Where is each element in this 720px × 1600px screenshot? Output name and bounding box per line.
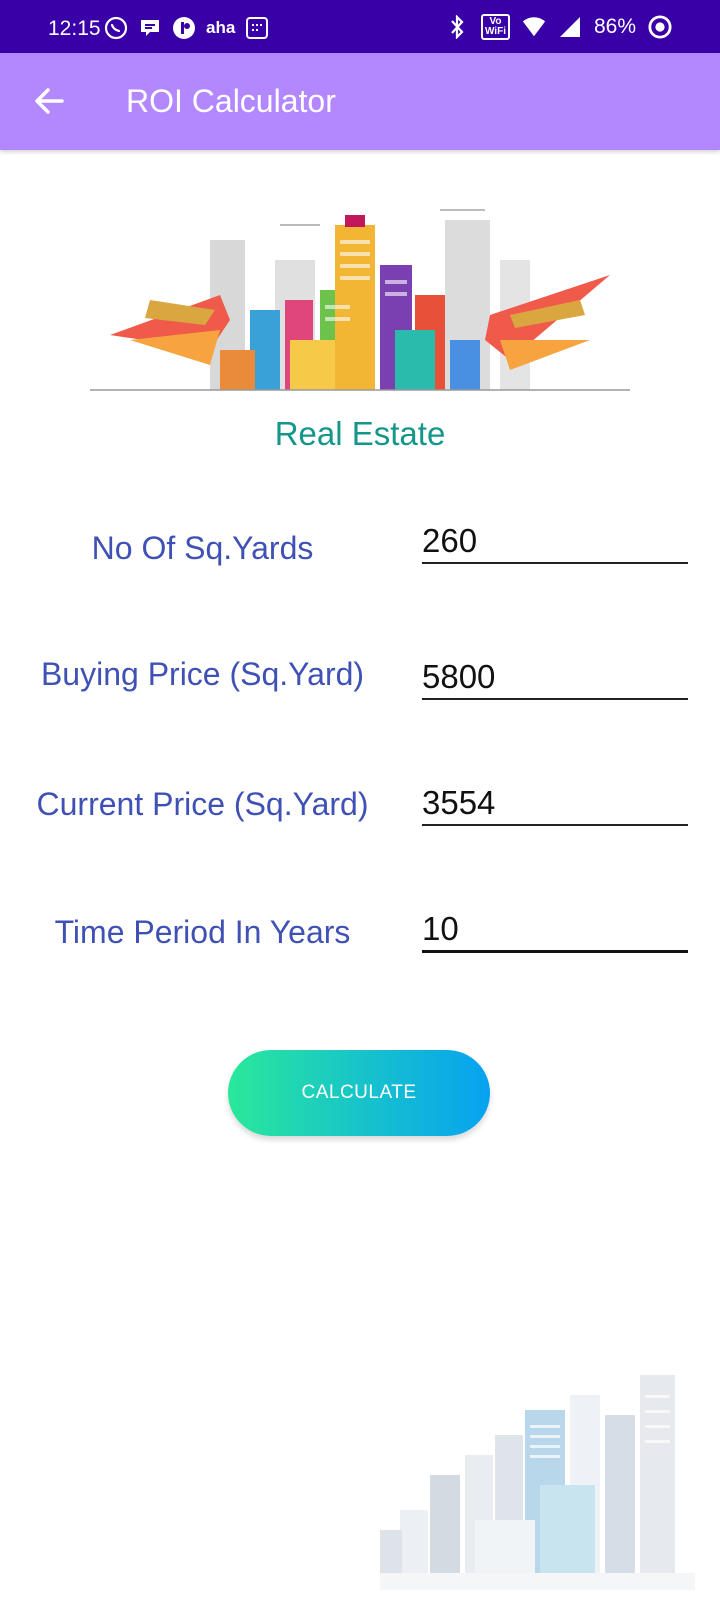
app-notification-icon	[172, 16, 196, 40]
sq-yards-input[interactable]	[422, 520, 688, 562]
back-button[interactable]	[30, 81, 70, 121]
time-period-label: Time Period In Years	[54, 914, 351, 950]
notification-icons: aha	[104, 15, 269, 41]
battery-saver-icon	[648, 15, 672, 39]
status-bar: 12:15 aha Vo WiFi 86%	[0, 0, 720, 53]
buying-price-input[interactable]	[422, 656, 688, 698]
current-price-input[interactable]	[422, 782, 688, 824]
whatsapp-icon	[104, 16, 128, 40]
sq-yards-label: No Of Sq.Yards	[91, 530, 314, 566]
bluetooth-icon	[445, 15, 469, 39]
buying-price-label: Buying Price (Sq.Yard)	[40, 656, 365, 692]
signal-icon	[558, 15, 582, 39]
vowifi-badge: Vo WiFi	[480, 14, 510, 40]
calculate-button[interactable]: CALCULATE	[228, 1050, 490, 1136]
time-period-row: Time Period In Years	[0, 908, 720, 978]
arrow-back-icon	[35, 88, 64, 114]
current-price-field[interactable]	[422, 782, 688, 826]
sq-yards-field[interactable]	[422, 520, 688, 564]
battery-percent: 86%	[593, 15, 636, 38]
section-title: Real Estate	[274, 415, 446, 452]
wifi-icon	[522, 15, 546, 39]
current-price-label: Current Price (Sq.Yard)	[36, 786, 369, 822]
buying-price-row: Buying Price (Sq.Yard)	[0, 654, 720, 724]
message-icon	[138, 16, 162, 40]
time-period-input[interactable]	[422, 908, 688, 950]
system-icons: Vo WiFi 86%	[445, 13, 672, 41]
aha-app-label: aha	[206, 18, 236, 37]
city-skyline-illustration	[380, 1335, 695, 1590]
page-title: ROI Calculator	[126, 83, 336, 119]
sq-yards-row: No Of Sq.Yards	[0, 520, 720, 590]
current-price-row: Current Price (Sq.Yard)	[0, 782, 720, 852]
calendar-icon	[245, 16, 269, 40]
app-bar: ROI Calculator	[0, 53, 720, 150]
real-estate-illustration	[90, 209, 630, 391]
time-period-field[interactable]	[422, 908, 688, 953]
vowifi-bottom: WiFi	[484, 26, 506, 37]
buying-price-field[interactable]	[422, 656, 688, 700]
status-time: 12:15	[48, 17, 101, 40]
